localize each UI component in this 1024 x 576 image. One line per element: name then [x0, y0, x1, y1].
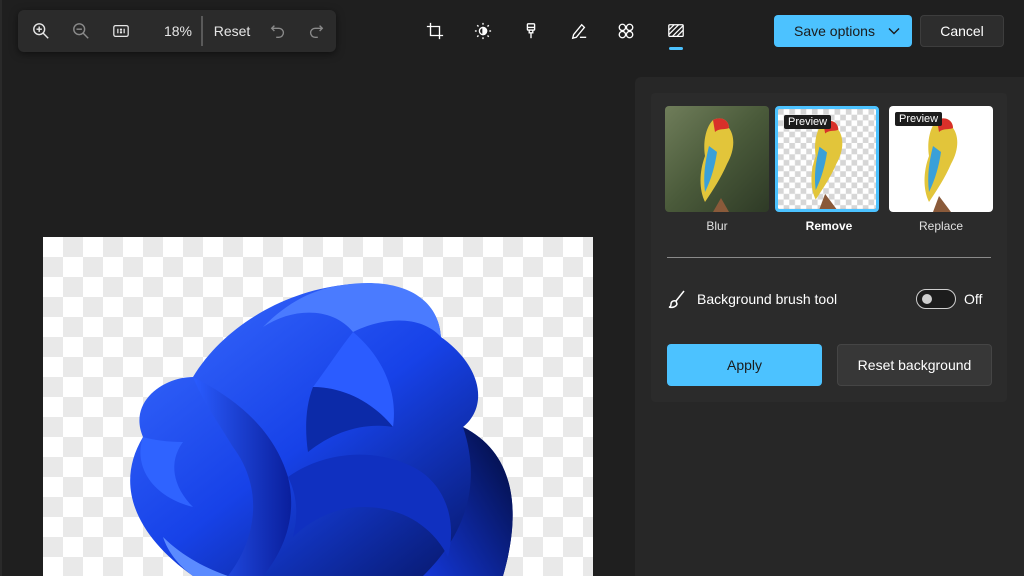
zoom-level[interactable]: 18% — [158, 10, 198, 52]
background-brush-toggle[interactable] — [916, 289, 956, 309]
apply-button[interactable]: Apply — [667, 344, 822, 386]
background-brush-label: Background brush tool — [697, 291, 838, 307]
replace-option-thumbnail[interactable]: Preview — [889, 106, 993, 212]
active-tool-indicator — [669, 47, 683, 50]
window-edge — [0, 0, 2, 576]
replace-option-label: Replace — [918, 219, 964, 233]
background-tool[interactable] — [662, 18, 690, 44]
zoom-toolbar: 18% Reset — [18, 10, 336, 52]
reset-zoom-button[interactable]: Reset — [208, 10, 256, 52]
filter-icon — [618, 23, 634, 39]
brightness-icon — [474, 22, 492, 40]
toggle-knob — [922, 294, 932, 304]
actual-size-button[interactable] — [103, 10, 139, 52]
redo-button[interactable] — [298, 10, 334, 52]
blur-option-label: Blur — [706, 219, 728, 233]
actual-size-icon — [113, 24, 129, 38]
chevron-down-icon — [888, 28, 900, 35]
markup-tool[interactable] — [565, 18, 593, 44]
undo-button[interactable] — [260, 10, 296, 52]
retouch-brush-icon — [526, 23, 536, 39]
zoom-out-button[interactable] — [63, 10, 99, 52]
zoom-out-icon — [73, 23, 89, 39]
redo-icon — [309, 25, 324, 38]
cancel-button[interactable]: Cancel — [920, 15, 1004, 47]
paintbrush-icon — [668, 290, 685, 309]
preview-badge: Preview — [895, 112, 943, 126]
markup-pen-icon — [571, 23, 587, 40]
crop-tool[interactable] — [421, 18, 449, 44]
save-options-button[interactable]: Save options — [774, 15, 912, 47]
undo-icon — [270, 25, 285, 38]
retouch-tool[interactable] — [517, 18, 545, 44]
panel-divider — [667, 257, 991, 258]
crop-icon — [426, 22, 444, 40]
reset-background-button[interactable]: Reset background — [837, 344, 992, 386]
image-canvas[interactable] — [43, 237, 593, 576]
toolbar-divider — [201, 16, 203, 46]
parrot-blur-image — [665, 106, 769, 212]
remove-option-thumbnail[interactable]: Preview — [775, 106, 879, 212]
remove-option-label: Remove — [805, 219, 853, 233]
save-options-label: Save options — [794, 23, 875, 39]
zoom-in-button[interactable] — [23, 10, 59, 52]
blur-option-thumbnail[interactable] — [665, 106, 769, 212]
preview-badge: Preview — [784, 115, 832, 129]
filters-tool[interactable] — [612, 18, 640, 44]
toggle-state-label: Off — [964, 291, 983, 307]
abstract-bloom-image — [130, 282, 513, 576]
zoom-in-icon — [33, 23, 49, 39]
background-icon — [668, 24, 684, 38]
adjust-tool[interactable] — [469, 18, 497, 44]
